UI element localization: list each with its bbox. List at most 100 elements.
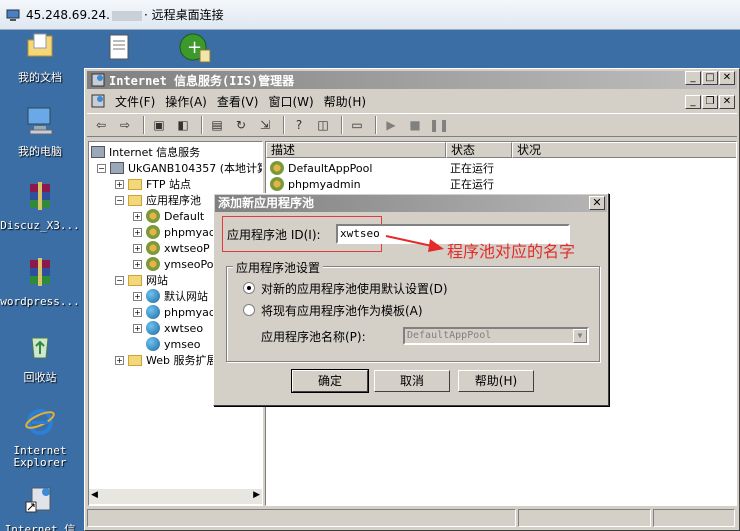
radio-use-template-label[interactable]: 将现有应用程序池作为模板(A) (261, 302, 423, 319)
computer-icon[interactable]: ▭ (347, 116, 367, 134)
tree-item-root[interactable]: Internet 信息服务 (91, 144, 200, 160)
desktop-icon-discuz[interactable]: Discuz_X3... (0, 180, 80, 232)
pause-icon[interactable]: ❚❚ (429, 116, 449, 134)
website-icon (146, 289, 160, 303)
tree-item-pool[interactable]: + phpmyad (133, 224, 216, 240)
tree-item-sites[interactable]: − 网站 (115, 272, 168, 288)
desktop-icon-my-documents[interactable]: 我的文档 (0, 30, 80, 85)
forward-icon[interactable]: ⇨ (115, 116, 135, 134)
dialog-title: 添加新应用程序池 (215, 195, 607, 212)
desktop-icon-wordpress[interactable]: wordpress... (0, 256, 80, 308)
help-icon[interactable]: ? (289, 116, 309, 134)
tree-item-label: Internet 信息服务 (109, 146, 201, 159)
refresh-icon[interactable]: ↻ (231, 116, 251, 134)
list-row[interactable]: DefaultAppPool 正在运行 (270, 160, 494, 176)
app-pool-icon (146, 241, 160, 255)
desktop-icon-iis[interactable]: Internet 信 (0, 482, 80, 531)
up-folder-icon[interactable]: ▣ (149, 116, 169, 134)
expand-icon[interactable]: + (115, 179, 124, 189)
desktop-icon-ie[interactable]: Internet Explorer (0, 406, 80, 469)
collapse-icon[interactable]: − (97, 163, 106, 173)
expand-icon[interactable]: + (133, 211, 142, 221)
tree-item-label: FTP 站点 (146, 178, 191, 191)
stop-icon[interactable]: ■ (405, 116, 425, 134)
chevron-down-icon[interactable]: ▼ (573, 329, 587, 343)
tree-item-computer[interactable]: − UkGANB104357 (本地计算 (97, 160, 262, 176)
tree-horizontal-scrollbar[interactable]: ◀ ▶ (89, 488, 262, 504)
tree-item-ftp[interactable]: + FTP 站点 (115, 176, 191, 192)
console-icon[interactable]: ◫ (313, 116, 333, 134)
menu-action[interactable]: 操作(A) (165, 93, 207, 110)
expand-icon[interactable]: + (133, 291, 142, 301)
tree-item-pool[interactable]: + xwtseoP (133, 240, 210, 256)
expand-icon[interactable]: + (115, 355, 124, 365)
winrar-archive-icon (30, 182, 50, 210)
expand-icon[interactable]: + (133, 243, 142, 253)
tree-item-label: Default (164, 209, 205, 223)
list-cell-name: DefaultAppPool (288, 161, 373, 175)
expand-icon[interactable]: + (133, 227, 142, 237)
website-icon (146, 337, 160, 351)
tree-item-site[interactable]: + 默认网站 (133, 288, 208, 304)
menu-view[interactable]: 查看(V) (217, 93, 259, 110)
window-close-button[interactable]: ✕ (719, 71, 735, 85)
column-header-status[interactable]: 状态 (446, 142, 512, 158)
menu-help[interactable]: 帮助(H) (324, 93, 366, 110)
list-row[interactable]: phpmyadmin 正在运行 (270, 176, 494, 192)
tree-item-web-extensions[interactable]: + Web 服务扩展 (115, 352, 217, 368)
menu-file[interactable]: 文件(F) (115, 93, 155, 110)
expand-icon[interactable]: + (133, 307, 142, 317)
help-button[interactable]: 帮助(H) (458, 370, 534, 392)
expand-icon[interactable]: + (133, 259, 142, 269)
child-close-button[interactable]: ✕ (719, 95, 735, 109)
radio-use-template[interactable] (243, 304, 255, 316)
desktop-icon-recycle-bin[interactable]: 回收站 (0, 330, 80, 385)
properties-icon[interactable]: ▤ (207, 116, 227, 134)
window-maximize-button[interactable]: □ (702, 71, 718, 85)
tree-item-pool[interactable]: + ymseoPo (133, 256, 213, 272)
cancel-button[interactable]: 取消 (374, 370, 450, 392)
pool-name-select[interactable]: DefaultAppPool ▼ (403, 327, 589, 345)
tree-item-site[interactable]: + xwtseo (133, 320, 203, 336)
pool-settings-group: 应用程序池设置 对新的应用程序池使用默认设置(D) 将现有应用程序池作为模板(A… (226, 259, 600, 362)
list-cell-name: phpmyadmin (288, 177, 361, 191)
pool-name-value: DefaultAppPool (407, 330, 492, 341)
show-tree-icon[interactable]: ◧ (173, 116, 193, 134)
tree-item-pool[interactable]: + Default (133, 208, 204, 224)
menu-window[interactable]: 窗口(W) (268, 93, 313, 110)
mmc-menu-icon[interactable] (91, 94, 105, 108)
folder-icon (128, 178, 142, 190)
scroll-left-icon[interactable]: ◀ (91, 490, 98, 500)
play-icon[interactable]: ▶ (381, 116, 401, 134)
app-pool-icon (270, 161, 284, 175)
collapse-icon[interactable]: − (115, 275, 124, 285)
radio-use-default[interactable] (243, 282, 255, 294)
child-restore-button[interactable]: ❐ (702, 95, 718, 109)
column-header-description[interactable]: 描述 (266, 142, 446, 158)
website-icon (146, 321, 160, 335)
list-cell-status: 正在运行 (450, 162, 494, 175)
export-icon[interactable]: ⇲ (255, 116, 275, 134)
notepad-icon[interactable] (108, 33, 130, 61)
child-minimize-button[interactable]: _ (685, 95, 701, 109)
add-program-icon[interactable]: + (178, 32, 212, 64)
status-section (87, 509, 516, 527)
dialog-close-button[interactable]: ✕ (589, 196, 605, 210)
expand-icon[interactable]: + (133, 323, 142, 333)
back-icon[interactable]: ⇦ (91, 116, 111, 134)
radio-use-default-label[interactable]: 对新的应用程序池使用默认设置(D) (261, 280, 448, 297)
collapse-icon[interactable]: − (115, 195, 124, 205)
tree-item-site[interactable]: ymseo (146, 336, 200, 352)
app-pool-icon (270, 177, 284, 191)
scroll-right-icon[interactable]: ▶ (253, 490, 260, 500)
tree-item-site[interactable]: + phpmyad (133, 304, 216, 320)
desktop: 我的文档 我的电脑 Discuz_X3... wordpress... 回收站 … (0, 30, 80, 531)
tree-item-app-pools[interactable]: − 应用程序池 (115, 192, 201, 208)
desktop-icon-my-computer[interactable]: 我的电脑 (0, 104, 80, 159)
menubar: 文件(F) 操作(A) 查看(V) 窗口(W) 帮助(H) (87, 91, 737, 111)
window-minimize-button[interactable]: _ (685, 71, 701, 85)
my-computer-icon (27, 107, 53, 135)
column-header-condition[interactable]: 状况 (512, 142, 736, 158)
rdp-title-suffix: · 远程桌面连接 (143, 8, 224, 22)
ok-button[interactable]: 确定 (291, 369, 369, 393)
